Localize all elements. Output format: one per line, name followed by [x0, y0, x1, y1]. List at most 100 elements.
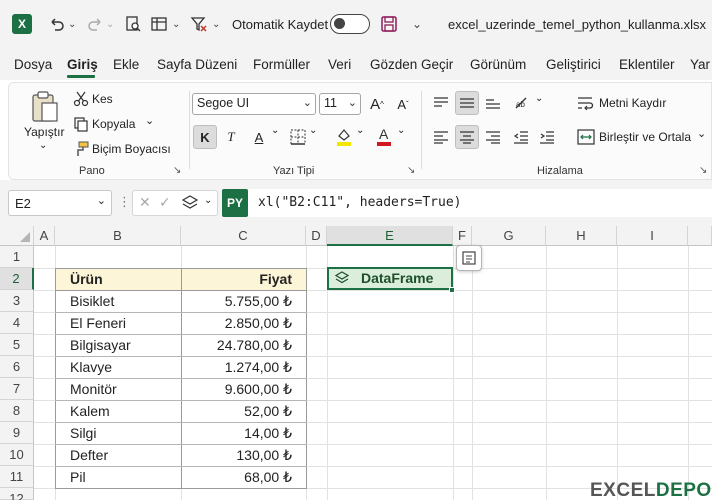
- enter-icon[interactable]: ✓: [159, 194, 171, 211]
- undo-dropdown-chevron-icon[interactable]: ⌄: [68, 12, 76, 36]
- align-left-icon[interactable]: [429, 125, 453, 149]
- column-header-g[interactable]: G: [472, 226, 546, 246]
- italic-button[interactable]: T: [219, 125, 243, 149]
- font-size-combo[interactable]: 11 ⌄: [319, 93, 361, 115]
- print-preview-icon[interactable]: [124, 12, 142, 36]
- clear-filter-icon[interactable]: [190, 12, 208, 36]
- alignment-launcher-icon[interactable]: ↘: [699, 165, 707, 176]
- decrease-font-size-icon[interactable]: Aˇ: [391, 92, 415, 116]
- tab-giris[interactable]: Giriş: [67, 57, 98, 72]
- orientation-icon[interactable]: ab: [511, 91, 535, 115]
- tab-formuller[interactable]: Formüller: [253, 57, 310, 72]
- column-header-f[interactable]: F: [453, 226, 472, 246]
- table-borders-icon[interactable]: [150, 12, 168, 36]
- row-header-11[interactable]: 11: [0, 466, 34, 488]
- borders-icon[interactable]: [289, 129, 307, 145]
- increase-indent-icon[interactable]: [535, 125, 559, 149]
- undo-icon[interactable]: [48, 12, 66, 36]
- data-card-button[interactable]: [456, 245, 482, 271]
- font-color-chevron-icon[interactable]: ⌄: [397, 125, 405, 136]
- row-header-8[interactable]: 8: [0, 400, 34, 422]
- format-painter-label[interactable]: Biçim Boyacısı: [92, 142, 171, 156]
- scissors-icon[interactable]: [73, 91, 89, 107]
- underline-button[interactable]: A: [247, 125, 271, 149]
- align-right-icon[interactable]: [481, 125, 505, 149]
- python-output-icon[interactable]: [181, 194, 199, 215]
- row-header-6[interactable]: 6: [0, 356, 34, 378]
- row-header-1[interactable]: 1: [0, 246, 34, 268]
- fill-color-icon[interactable]: [335, 127, 353, 147]
- bold-button[interactable]: K: [193, 125, 217, 149]
- align-middle-icon[interactable]: [455, 91, 479, 115]
- column-header-a[interactable]: A: [34, 226, 55, 246]
- column-header-b[interactable]: B: [55, 226, 181, 246]
- cancel-icon[interactable]: ✕: [139, 194, 151, 211]
- cut-label[interactable]: Kes: [92, 92, 113, 106]
- pano-launcher-icon[interactable]: ↘: [173, 165, 181, 176]
- python-output-chevron-icon[interactable]: ⌄: [204, 195, 212, 206]
- name-box[interactable]: E2 ⌄: [8, 190, 112, 216]
- save-icon[interactable]: [380, 12, 398, 36]
- font-name-combo[interactable]: Segoe UI ⌄: [192, 93, 316, 115]
- format-painter-icon[interactable]: [73, 141, 89, 157]
- increase-font-size-icon[interactable]: A ^: [365, 92, 389, 116]
- copy-icon[interactable]: [73, 116, 89, 132]
- copy-label[interactable]: Kopyala: [92, 117, 135, 131]
- tab-dosya[interactable]: Dosya: [14, 57, 52, 72]
- tab-gozden-gecir[interactable]: Gözden Geçir: [370, 57, 453, 72]
- paste-chevron-icon[interactable]: ⌄: [39, 140, 47, 151]
- tab-yardim[interactable]: Yar: [690, 57, 710, 72]
- fill-color-chevron-icon[interactable]: ⌄: [356, 125, 364, 136]
- paste-label[interactable]: Yapıştır: [24, 125, 64, 139]
- column-header-h[interactable]: H: [546, 226, 617, 246]
- table-divider: [55, 356, 307, 357]
- table-divider: [55, 378, 307, 379]
- fill-handle[interactable]: [449, 287, 455, 293]
- column-header-i[interactable]: I: [617, 226, 688, 246]
- merge-center-label[interactable]: Birleştir ve Ortala: [599, 130, 691, 144]
- redo-dropdown-chevron-icon[interactable]: ⌄: [106, 12, 114, 36]
- redo-icon[interactable]: [86, 12, 104, 36]
- row-header-2[interactable]: 2: [0, 268, 34, 290]
- tab-ekle[interactable]: Ekle: [113, 57, 139, 72]
- merge-center-icon[interactable]: [577, 129, 595, 145]
- column-header-c[interactable]: C: [181, 226, 306, 246]
- decrease-indent-icon[interactable]: [509, 125, 533, 149]
- autosave-toggle[interactable]: [330, 14, 370, 34]
- font-color-icon[interactable]: A: [375, 125, 393, 147]
- row-header-4[interactable]: 4: [0, 312, 34, 334]
- filter-dropdown-chevron-icon[interactable]: ⌄: [212, 12, 220, 36]
- merge-center-chevron-icon[interactable]: ⌄: [697, 127, 706, 140]
- orientation-chevron-icon[interactable]: ⌄: [535, 93, 543, 104]
- borders-dropdown-chevron-icon[interactable]: ⌄: [172, 12, 180, 36]
- column-header-d[interactable]: D: [306, 226, 327, 246]
- align-bottom-icon[interactable]: [481, 91, 505, 115]
- tab-veri[interactable]: Veri: [328, 57, 351, 72]
- group-label-pano: Pano: [79, 165, 105, 177]
- tab-sayfa-duzeni[interactable]: Sayfa Düzeni: [157, 57, 237, 72]
- row-header-9[interactable]: 9: [0, 422, 34, 444]
- tab-gorunum[interactable]: Görünüm: [470, 57, 526, 72]
- row-header-3[interactable]: 3: [0, 290, 34, 312]
- row-header-5[interactable]: 5: [0, 334, 34, 356]
- dataframe-cell-e2[interactable]: DataFrame: [327, 267, 453, 290]
- row-header-12[interactable]: 12: [0, 488, 34, 500]
- paste-clipboard-icon[interactable]: [29, 89, 59, 123]
- borders-chevron-icon[interactable]: ⌄: [309, 125, 317, 136]
- column-header-extra[interactable]: [688, 226, 712, 246]
- customize-toolbar-chevron-icon[interactable]: ⌄: [412, 12, 422, 36]
- formula-input[interactable]: xl("B2:C11", headers=True): [248, 189, 712, 217]
- align-top-icon[interactable]: [429, 91, 453, 115]
- tab-eklentiler[interactable]: Eklentiler: [619, 57, 675, 72]
- font-launcher-icon[interactable]: ↘: [407, 165, 415, 176]
- wrap-text-label[interactable]: Metni Kaydır: [599, 96, 666, 110]
- row-header-7[interactable]: 7: [0, 378, 34, 400]
- tab-gelistirici[interactable]: Geliştirici: [546, 57, 601, 72]
- wrap-text-icon[interactable]: [577, 95, 595, 111]
- copy-chevron-icon[interactable]: ⌄: [145, 114, 154, 127]
- align-center-icon[interactable]: [455, 125, 479, 149]
- select-all-corner[interactable]: [0, 226, 34, 246]
- underline-chevron-icon[interactable]: ⌄: [271, 125, 279, 136]
- column-header-e[interactable]: E: [327, 226, 453, 246]
- row-header-10[interactable]: 10: [0, 444, 34, 466]
